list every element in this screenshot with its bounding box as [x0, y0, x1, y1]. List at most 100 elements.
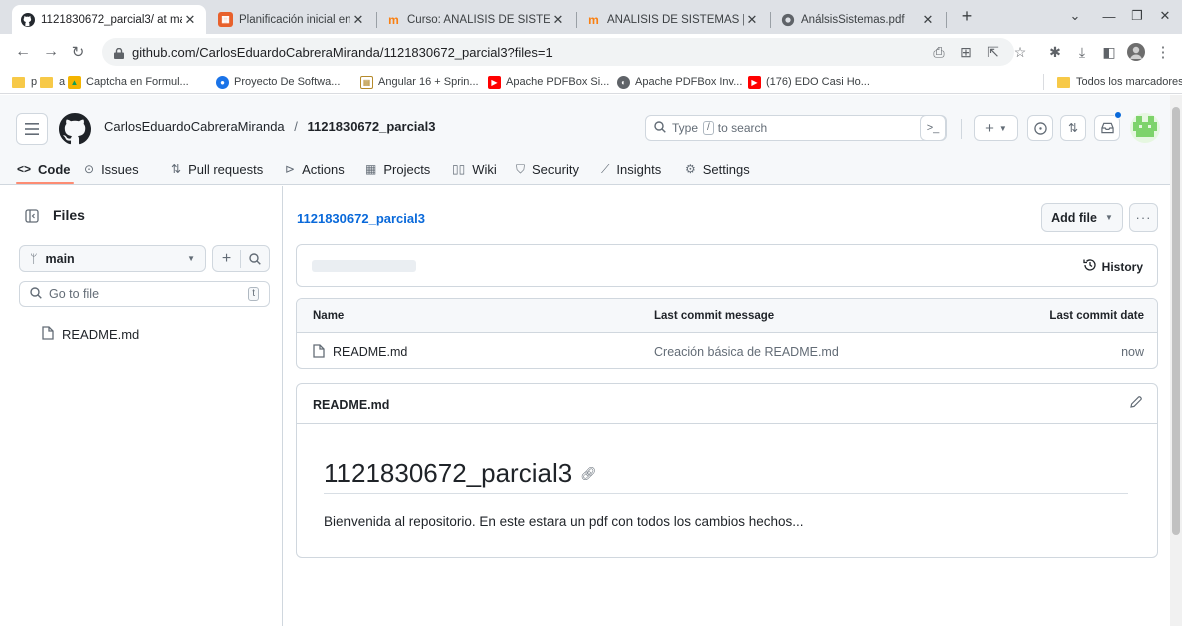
- bookmark-p[interactable]: p: [12, 73, 37, 91]
- window-close-button[interactable]: ✕: [1154, 6, 1176, 26]
- collapse-sidebar-button[interactable]: [19, 203, 45, 229]
- bookmark-edo[interactable]: ▶ (176) EDO Casi Ho...: [748, 73, 870, 91]
- lock-icon: [114, 47, 124, 59]
- plus-icon[interactable]: +: [213, 249, 241, 268]
- tab-projects-label: Projects: [383, 161, 431, 177]
- tree-item-label: README.md: [62, 327, 140, 342]
- search-icon[interactable]: [241, 252, 269, 265]
- bookmark-a[interactable]: a: [40, 73, 65, 91]
- history-link[interactable]: History: [1083, 258, 1143, 275]
- issue-icon: [1033, 121, 1047, 135]
- new-tab-button[interactable]: +: [956, 6, 978, 26]
- tab-github-repo[interactable]: 1121830672_parcial3/ at ma ✕: [12, 5, 206, 34]
- drive-icon: ▲: [68, 75, 81, 89]
- tab-pulls-label: Pull requests: [188, 161, 264, 177]
- tree-item-readme[interactable]: README.md: [42, 326, 139, 343]
- share-icon[interactable]: ⇱: [984, 43, 1002, 61]
- search-post: to search: [717, 121, 768, 135]
- tab-pull-requests[interactable]: ⇅ Pull requests: [171, 158, 263, 180]
- gear-icon: ⚙: [685, 162, 696, 176]
- close-icon[interactable]: ✕: [920, 12, 936, 28]
- close-icon[interactable]: ✕: [350, 12, 366, 28]
- address-bar[interactable]: github.com/CarlosEduardoCabreraMiranda/1…: [102, 38, 1014, 66]
- tab-code-label: Code: [38, 161, 71, 177]
- files-table: Name Last commit message Last commit dat…: [296, 298, 1158, 369]
- github-favicon: [20, 12, 35, 27]
- minimize-button[interactable]: —: [1098, 6, 1120, 26]
- tab-security[interactable]: ⛉ Security: [516, 158, 579, 180]
- forward-button[interactable]: →: [40, 41, 62, 63]
- bookmark-proyecto[interactable]: ● Proyecto De Softwa...: [216, 73, 340, 91]
- link-icon[interactable]: 🔗︎: [580, 466, 597, 482]
- bookmark-pdfbox-1[interactable]: ▶ Apache PDFBox Si...: [488, 73, 609, 91]
- tab-analisis[interactable]: m ANALISIS DE SISTEMAS [G1] ✕: [578, 5, 768, 34]
- tab-insights[interactable]: ⟋ Insights: [601, 158, 661, 180]
- create-new-button[interactable]: + ▼: [974, 115, 1018, 141]
- bookmark-label: (176) EDO Casi Ho...: [766, 76, 870, 88]
- tab-curso[interactable]: m Curso: ANALISIS DE SISTEMA ✕: [378, 5, 574, 34]
- go-to-file-input[interactable]: Go to file t: [19, 281, 270, 307]
- extensions-icon[interactable]: ✱: [1046, 43, 1064, 61]
- youtube-icon: ▶: [748, 75, 761, 89]
- bookmark-angular[interactable]: ▦ Angular 16 + Sprin...: [360, 73, 479, 91]
- github-logo-icon[interactable]: [59, 113, 91, 145]
- hamburger-menu-button[interactable]: [16, 113, 48, 145]
- tab-search-icon[interactable]: ⌄: [1064, 6, 1086, 26]
- tab-wiki[interactable]: ▯▯ Wiki: [452, 158, 497, 180]
- add-file-button[interactable]: Add file ▼: [1041, 203, 1123, 232]
- all-bookmarks[interactable]: Todos los marcadores: [1057, 73, 1182, 91]
- download-icon[interactable]: ⤓: [1073, 43, 1091, 61]
- repo-root-link[interactable]: 1121830672_parcial3: [297, 211, 425, 226]
- page-scrollbar[interactable]: [1170, 95, 1182, 626]
- user-avatar[interactable]: [1130, 113, 1160, 143]
- tab-wiki-label: Wiki: [472, 161, 497, 177]
- branch-selector[interactable]: ᛘ main ▼: [19, 245, 206, 272]
- tab-planificacion[interactable]: ▦ Planificación inicial en Parcia ✕: [210, 5, 374, 34]
- readme-box: README.md 1121830672_parcial3 🔗︎ Bienven…: [296, 383, 1158, 558]
- close-icon[interactable]: ✕: [744, 12, 760, 28]
- close-icon[interactable]: ✕: [550, 12, 566, 28]
- menu-icon: [25, 123, 39, 135]
- issues-button[interactable]: [1027, 115, 1053, 141]
- search-input[interactable]: Type / to search: [645, 115, 947, 141]
- search-shortcut-key: /: [703, 121, 714, 135]
- command-palette-button[interactable]: >_: [920, 115, 946, 141]
- file-name-link[interactable]: README.md: [333, 345, 407, 359]
- pull-requests-button[interactable]: ⇅: [1060, 115, 1086, 141]
- restore-button[interactable]: ❐: [1126, 6, 1148, 26]
- menu-kebab-icon[interactable]: ⋮: [1154, 43, 1172, 61]
- owner-link[interactable]: CarlosEduardoCabreraMiranda: [104, 119, 285, 134]
- globe-icon: ◐: [617, 75, 630, 89]
- translate-icon[interactable]: ⊞: [957, 43, 975, 61]
- scrollbar-thumb[interactable]: [1172, 107, 1180, 535]
- notification-dot: [1114, 111, 1122, 119]
- tab-code[interactable]: <> Code: [17, 158, 71, 180]
- book-icon: ▯▯: [452, 162, 466, 176]
- tab-settings[interactable]: ⚙ Settings: [685, 158, 750, 180]
- bookmark-star-icon[interactable]: ☆: [1011, 43, 1029, 61]
- tab-projects[interactable]: ▦ Projects: [365, 158, 430, 180]
- bookmark-pdfbox-2[interactable]: ◐ Apache PDFBox Inv...: [617, 73, 742, 91]
- graph-icon: ⟋: [601, 161, 610, 176]
- back-button[interactable]: ←: [12, 41, 34, 63]
- more-options-button[interactable]: ···: [1129, 203, 1158, 232]
- readme-tab[interactable]: README.md: [313, 398, 389, 412]
- tab-pdf[interactable]: AnálsisSistemas.pdf ✕: [772, 5, 944, 34]
- close-icon[interactable]: ✕: [182, 12, 198, 28]
- tab-actions[interactable]: ⊳ Actions: [285, 158, 345, 180]
- profile-avatar[interactable]: [1127, 43, 1145, 61]
- pull-request-icon: ⇅: [171, 162, 182, 176]
- install-app-icon[interactable]: ⎙: [930, 43, 948, 61]
- sidepanel-icon[interactable]: ◧: [1100, 43, 1118, 61]
- commit-message-link[interactable]: Creación básica de README.md: [654, 334, 839, 368]
- tab-issues[interactable]: ⊙ Issues: [84, 158, 139, 180]
- bookmark-captcha[interactable]: ▲ Captcha en Formul...: [68, 73, 189, 91]
- chevron-down-icon: ▼: [1104, 213, 1113, 222]
- reload-button[interactable]: ↻: [67, 41, 89, 63]
- edit-pencil-icon[interactable]: [1129, 395, 1143, 412]
- bookmark-label: Captcha en Formul...: [86, 76, 189, 88]
- table-row-name[interactable]: README.md: [313, 334, 407, 368]
- repo-link[interactable]: 1121830672_parcial3: [308, 119, 436, 134]
- tab-separator: [576, 12, 577, 28]
- planning-favicon: ▦: [218, 12, 233, 27]
